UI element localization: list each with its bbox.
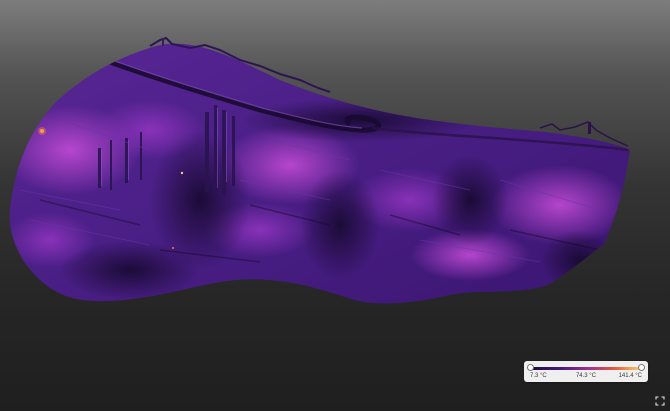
- thermal-3d-viewport[interactable]: [0, 0, 670, 411]
- temperature-range-track[interactable]: [531, 367, 641, 370]
- range-max-handle[interactable]: [638, 364, 645, 371]
- legend-max-label: 141.4 °C: [618, 373, 642, 379]
- thermal-terrain-render[interactable]: [0, 0, 670, 411]
- fullscreen-icon: [654, 395, 665, 406]
- range-min-handle[interactable]: [527, 364, 534, 371]
- fullscreen-button[interactable]: [654, 395, 665, 406]
- temperature-legend: 7.3 °C 74.3 °C 141.4 °C: [524, 361, 648, 382]
- terrain-surface: [9, 43, 630, 304]
